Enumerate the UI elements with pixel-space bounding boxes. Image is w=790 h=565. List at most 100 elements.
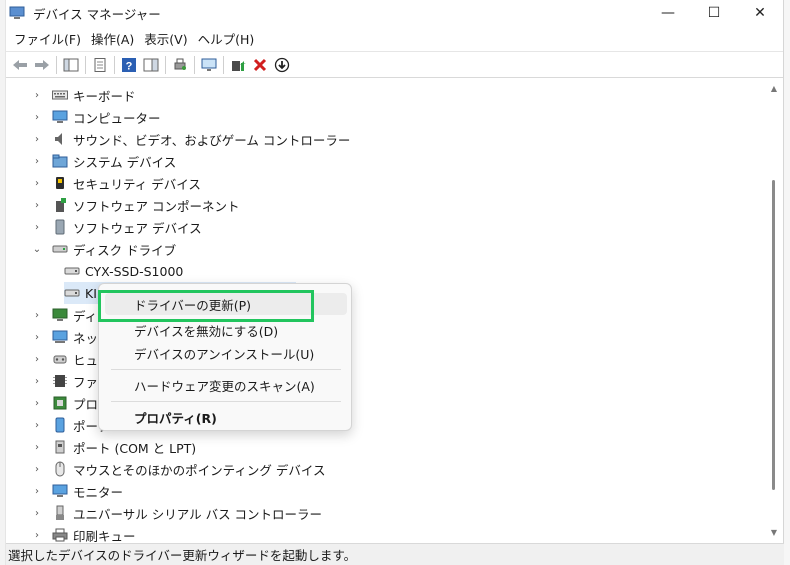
menu-view[interactable]: 表示(V) [140, 29, 191, 48]
context-separator [111, 401, 341, 402]
chevron-right-icon[interactable]: › [32, 530, 42, 541]
monitor-icon [52, 483, 68, 499]
chevron-right-icon[interactable]: › [32, 156, 42, 167]
toolbar-separator [85, 55, 86, 74]
tree-item[interactable]: › システム デバイス [32, 150, 176, 172]
usb-icon [52, 505, 68, 521]
scroll-down-arrow-icon[interactable]: ▼ [771, 528, 777, 537]
tree-item-label: ディスク ドライブ [73, 242, 177, 258]
context-properties-label: プロパティ(R) [134, 410, 217, 426]
context-scan-hardware[interactable]: ハードウェア変更のスキャン(A) [105, 374, 347, 396]
chevron-right-icon[interactable]: › [32, 112, 42, 123]
chevron-right-icon[interactable]: › [32, 442, 42, 453]
chevron-right-icon[interactable]: › [32, 310, 42, 321]
chevron-right-icon[interactable]: › [32, 178, 42, 189]
tree-item[interactable]: CYX-SSD-S1000 [64, 260, 183, 282]
chevron-right-icon[interactable]: › [32, 134, 42, 145]
properties-icon[interactable] [89, 54, 111, 76]
menu-action[interactable]: 操作(A) [87, 29, 138, 48]
status-text: 選択したデバイスのドライバー更新ウィザードを起動します。 [8, 548, 357, 563]
tree-item[interactable]: › モニター [32, 480, 123, 502]
tree-item[interactable]: ⌄ ディスク ドライブ [32, 238, 176, 260]
context-disable-device-label: デバイスを無効にする(D) [134, 323, 279, 339]
minimize-button[interactable]: — [645, 0, 691, 26]
tree-item-label: マウスとそのほかのポインティング デバイス [73, 462, 326, 478]
security-key-icon [52, 175, 68, 191]
action-pane-icon[interactable] [140, 54, 162, 76]
background-window-edge-right [784, 0, 790, 565]
toolbar-separator [165, 55, 166, 74]
chevron-right-icon[interactable]: › [32, 486, 42, 497]
chevron-right-icon[interactable]: › [32, 200, 42, 211]
tree-item-label: KI [85, 285, 97, 301]
chevron-right-icon[interactable]: › [32, 90, 42, 101]
disk-drive-icon [52, 241, 68, 257]
scroll-up-arrow-icon[interactable]: ▲ [771, 84, 777, 93]
chevron-right-icon[interactable]: › [32, 222, 42, 233]
back-icon[interactable] [9, 54, 31, 76]
chevron-right-icon[interactable]: › [32, 376, 42, 387]
printer-icon [52, 527, 68, 543]
context-properties[interactable]: プロパティ(R) [105, 406, 347, 428]
tree-item[interactable]: › マウスとそのほかのポインティング デバイス [32, 458, 325, 480]
tree-item-label: セキュリティ デバイス [73, 176, 201, 192]
toolbar: ? [6, 52, 783, 78]
tree-item[interactable]: › サウンド、ビデオ、およびゲーム コントローラー [32, 128, 350, 150]
tree-item[interactable]: › ポート (COM と LPT) [32, 436, 196, 458]
context-separator [111, 369, 341, 370]
tree-item-label: ソフトウェア デバイス [73, 220, 202, 236]
tree-item-label: ポート (COM と LPT) [73, 440, 197, 456]
toolbar-separator [56, 55, 57, 74]
tree-item[interactable]: › コンピューター [32, 106, 161, 128]
tree-item[interactable]: › キーボード [32, 84, 136, 106]
chevron-down-icon[interactable]: ⌄ [32, 244, 42, 255]
print-icon[interactable] [169, 54, 191, 76]
menu-bar: ファイル(F) 操作(A) 表示(V) ヘルプ(H) [6, 26, 783, 52]
status-bar: 選択したデバイスのドライバー更新ウィザードを起動します。 [6, 543, 784, 565]
context-scan-hardware-label: ハードウェア変更のスキャン(A) [134, 378, 315, 394]
network-adapter-icon [52, 329, 68, 345]
tree-item[interactable]: › ソフトウェア コンポーネント [32, 194, 239, 216]
disable-device-icon[interactable] [271, 54, 293, 76]
chevron-right-icon[interactable]: › [32, 420, 42, 431]
mouse-icon [52, 461, 68, 477]
portable-device-icon [52, 417, 68, 433]
uninstall-device-icon[interactable] [249, 54, 271, 76]
drive-icon [64, 285, 80, 301]
context-disable-device[interactable]: デバイスを無効にする(D) [105, 319, 347, 341]
hid-icon [52, 351, 68, 367]
scan-hardware-icon[interactable] [198, 54, 220, 76]
update-driver-icon[interactable] [227, 54, 249, 76]
chevron-right-icon[interactable]: › [32, 508, 42, 519]
tree-item-label: キーボード [73, 88, 136, 104]
svg-text:?: ? [126, 60, 133, 72]
computer-icon [52, 109, 68, 125]
tree-item-label: CYX-SSD-S1000 [85, 263, 184, 279]
forward-icon[interactable] [31, 54, 53, 76]
processor-icon [52, 395, 68, 411]
tree-item[interactable]: › ソフトウェア デバイス [32, 216, 202, 238]
show-hide-console-tree-icon[interactable] [60, 54, 82, 76]
context-uninstall-device[interactable]: デバイスのアンインストール(U) [105, 342, 347, 364]
software-device-icon [52, 219, 68, 235]
help-icon[interactable]: ? [118, 54, 140, 76]
title-bar: デバイス マネージャー — ☐ ✕ [6, 0, 783, 26]
tree-item[interactable]: › 印刷キュー [32, 524, 136, 543]
port-icon [52, 439, 68, 455]
chevron-right-icon[interactable]: › [32, 332, 42, 343]
window-title: デバイス マネージャー [33, 6, 161, 22]
maximize-button[interactable]: ☐ [691, 0, 737, 26]
close-button[interactable]: ✕ [737, 0, 783, 26]
tree-item[interactable]: › セキュリティ デバイス [32, 172, 201, 194]
menu-help[interactable]: ヘルプ(H) [194, 29, 259, 48]
chevron-right-icon[interactable]: › [32, 464, 42, 475]
chevron-right-icon[interactable]: › [32, 354, 42, 365]
context-uninstall-device-label: デバイスのアンインストール(U) [134, 346, 315, 362]
vertical-scrollbar-thumb[interactable] [772, 180, 775, 490]
tree-item[interactable]: › ユニバーサル シリアル バス コントローラー [32, 502, 322, 524]
chevron-right-icon[interactable]: › [32, 398, 42, 409]
display-adapter-icon [52, 307, 68, 323]
toolbar-separator [114, 55, 115, 74]
menu-file[interactable]: ファイル(F) [10, 29, 85, 48]
software-component-icon [52, 197, 68, 213]
